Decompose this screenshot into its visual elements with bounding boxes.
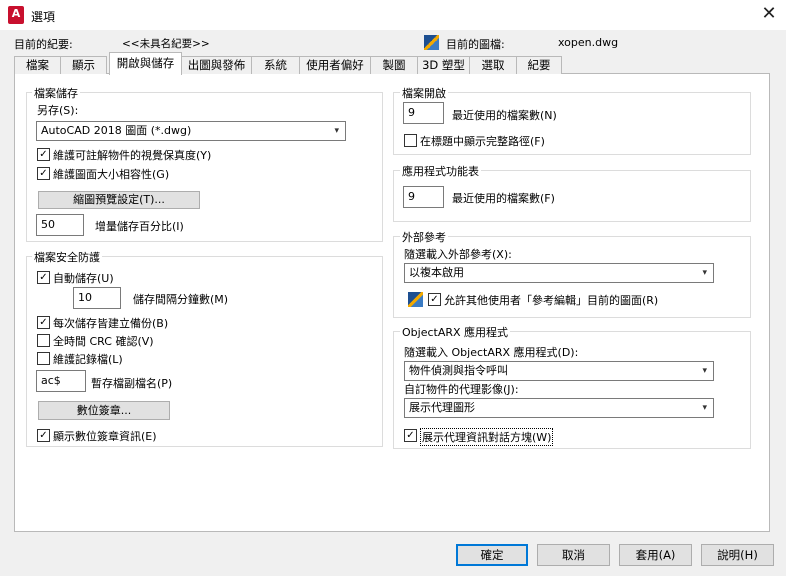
close-button[interactable]: ✕ [756, 3, 782, 27]
tab-display[interactable]: 顯示 [60, 56, 107, 74]
objectarx-demand-load-dropdown[interactable]: 物件偵測與指令呼叫 ▾ [404, 361, 714, 381]
save-as-label: 另存(S): [37, 104, 79, 117]
drawing-file-icon [424, 35, 439, 50]
proxy-images-label: 自訂物件的代理影像(J): [404, 383, 519, 396]
recent-files-label: 最近使用的檔案數(N) [452, 109, 557, 122]
display-signature-info-label: 顯示數位簽章資訊(E) [53, 430, 157, 443]
tab-drafting[interactable]: 製圖 [370, 56, 418, 74]
tab-files[interactable]: 檔案 [14, 56, 61, 74]
maintain-drawing-size-label: 維護圖面大小相容性(G) [53, 168, 170, 181]
full-path-in-title-label: 在標題中顯示完整路徑(F) [420, 135, 545, 148]
log-file-checkbox[interactable] [37, 352, 50, 365]
xref-title: 外部參考 [400, 229, 448, 245]
autosave-checkbox[interactable]: ✓ [37, 271, 50, 284]
maintain-drawing-size-checkbox[interactable]: ✓ [37, 167, 50, 180]
objectarx-demand-load-label: 隨選載入 ObjectARX 應用程式(D): [404, 346, 579, 359]
temp-extension-label: 暫存檔副檔名(P) [91, 377, 173, 390]
objectarx-demand-load-value: 物件偵測與指令呼叫 [409, 364, 508, 377]
show-proxy-dialog-checkbox[interactable]: ✓ [404, 429, 417, 442]
proxy-images-dropdown[interactable]: 展示代理圖形 ▾ [404, 398, 714, 418]
file-save-title: 檔案儲存 [32, 85, 80, 101]
backup-label: 每次儲存皆建立備份(B) [53, 317, 169, 330]
backup-checkbox[interactable]: ✓ [37, 316, 50, 329]
display-signature-info-checkbox[interactable]: ✓ [37, 429, 50, 442]
objectarx-title: ObjectARX 應用程式 [400, 324, 511, 340]
tab-3d-modeling[interactable]: 3D 塑型 [417, 56, 470, 74]
current-profile-value: <<未具名紀要>> [122, 38, 210, 50]
autosave-minutes-input[interactable]: 10 [73, 287, 121, 309]
current-drawing-value: xopen.dwg [558, 36, 619, 49]
file-safety-title: 檔案安全防護 [32, 249, 102, 265]
autosave-label: 自動儲存(U) [53, 272, 114, 285]
thumbnail-preview-settings-button[interactable]: 縮圖預覽設定(T)... [38, 191, 200, 209]
tab-plot-and-publish[interactable]: 出圖與發佈 [181, 56, 252, 74]
save-as-value: AutoCAD 2018 圖面 (*.dwg) [41, 124, 192, 137]
tab-selection[interactable]: 選取 [469, 56, 517, 74]
app-menu-recent-files-input[interactable]: 9 [403, 186, 444, 208]
show-proxy-dialog-label: 展示代理資訊對話方塊(W) [420, 428, 554, 446]
maintain-visual-fidelity-label: 維護可註解物件的視覺保真度(Y) [53, 149, 212, 162]
chevron-down-icon: ▾ [334, 126, 339, 136]
temp-extension-input[interactable]: ac$ [36, 370, 86, 392]
apply-button[interactable]: 套用(A) [619, 544, 692, 566]
chevron-down-icon: ▾ [702, 268, 707, 278]
title-bar [0, 0, 786, 30]
current-drawing-label: 目前的圖檔: [446, 38, 505, 51]
allow-xref-edit-label: 允許其他使用者「參考編輯」目前的圖面(R) [444, 294, 659, 307]
digital-signatures-button[interactable]: 數位簽章... [38, 401, 170, 420]
tab-user-preferences[interactable]: 使用者偏好 [299, 56, 371, 74]
xref-demand-load-label: 隨選載入外部參考(X): [404, 248, 512, 261]
tab-system[interactable]: 系統 [251, 56, 300, 74]
proxy-images-value: 展示代理圖形 [409, 401, 475, 414]
chevron-down-icon: ▾ [702, 403, 707, 413]
app-menu-recent-files-label: 最近使用的檔案數(F) [452, 192, 555, 205]
recent-files-input[interactable]: 9 [403, 102, 444, 124]
cancel-button[interactable]: 取消 [537, 544, 610, 566]
xref-demand-load-value: 以複本啟用 [409, 266, 464, 279]
crc-label: 全時間 CRC 確認(V) [53, 335, 154, 348]
crc-checkbox[interactable] [37, 334, 50, 347]
log-file-label: 維護記錄檔(L) [53, 353, 123, 366]
file-open-title: 檔案開啟 [400, 85, 448, 101]
xref-demand-load-dropdown[interactable]: 以複本啟用 ▾ [404, 263, 714, 283]
incremental-save-input[interactable]: 50 [36, 214, 84, 236]
tab-profiles[interactable]: 紀要 [516, 56, 562, 74]
save-as-dropdown[interactable]: AutoCAD 2018 圖面 (*.dwg) ▾ [36, 121, 346, 141]
incremental-save-label: 增量儲存百分比(I) [95, 220, 184, 233]
application-menu-title: 應用程式功能表 [400, 163, 481, 179]
autosave-minutes-label: 儲存間隔分鐘數(M) [133, 293, 229, 306]
full-path-in-title-checkbox[interactable] [404, 134, 417, 147]
chevron-down-icon: ▾ [702, 366, 707, 376]
help-button[interactable]: 說明(H) [701, 544, 774, 566]
window-title: 選項 [31, 10, 56, 24]
autocad-app-icon: A [8, 6, 24, 24]
xref-edit-icon [408, 292, 423, 307]
allow-xref-edit-checkbox[interactable]: ✓ [428, 293, 441, 306]
tab-open-and-save[interactable]: 開啟與儲存 [109, 52, 182, 75]
ok-button[interactable]: 確定 [456, 544, 528, 566]
maintain-visual-fidelity-checkbox[interactable]: ✓ [37, 148, 50, 161]
current-profile-label: 目前的紀要: [14, 38, 73, 51]
